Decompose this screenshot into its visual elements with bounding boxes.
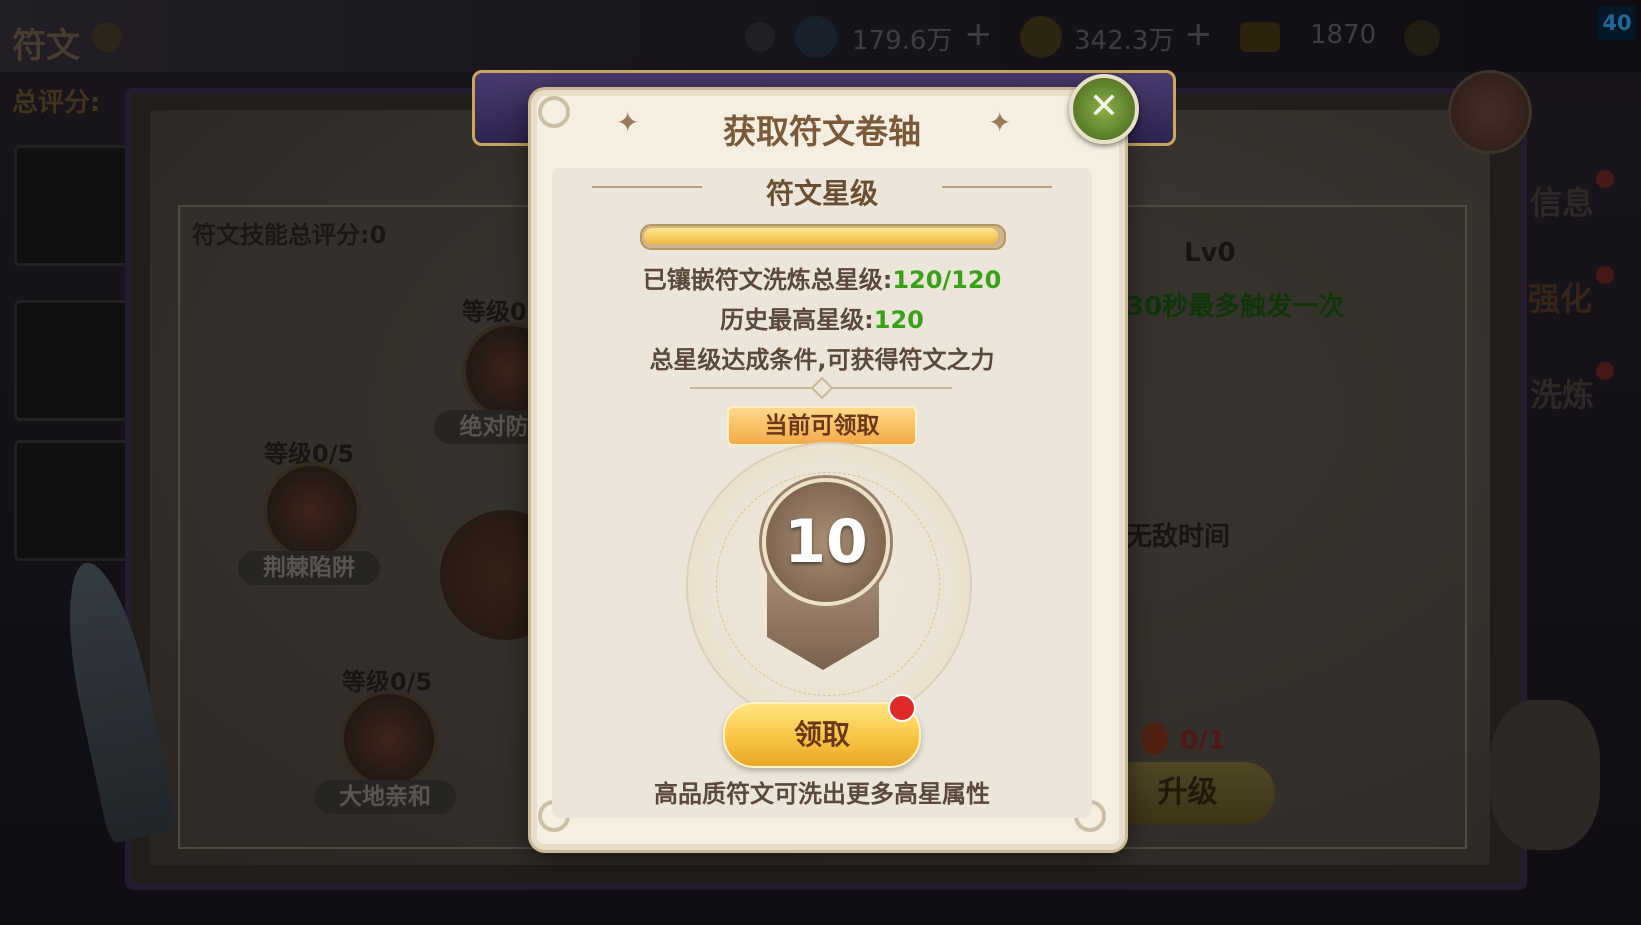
flourish-left	[592, 186, 702, 188]
history-max-label: 历史最高星级:	[720, 306, 874, 334]
embedded-star-label: 已镶嵌符文洗炼总星级:	[642, 266, 893, 294]
medal-number: 10	[784, 507, 868, 577]
claimable-badge: 当前可领取	[727, 406, 917, 446]
history-max-star: 历史最高星级:120	[552, 300, 1092, 335]
sparkle-icon: ✦	[988, 106, 1012, 139]
embedded-star-total: 已镶嵌符文洗炼总星级:120/120	[552, 260, 1092, 295]
claim-notification-dot	[888, 694, 916, 722]
embedded-star-value: 120/120	[892, 266, 1002, 294]
close-button[interactable]: ✕	[1069, 74, 1139, 144]
hint-text: 高品质符文可洗出更多高星属性	[654, 780, 990, 808]
condition-text: 总星级达成条件,可获得符文之力	[649, 346, 995, 374]
close-icon: ✕	[1088, 86, 1120, 127]
sparkle-icon: ✦	[616, 106, 640, 139]
star-progress-fill	[644, 228, 998, 244]
section-title: 符文星级	[765, 177, 878, 210]
flourish-right	[942, 186, 1052, 188]
history-max-value: 120	[873, 306, 924, 334]
